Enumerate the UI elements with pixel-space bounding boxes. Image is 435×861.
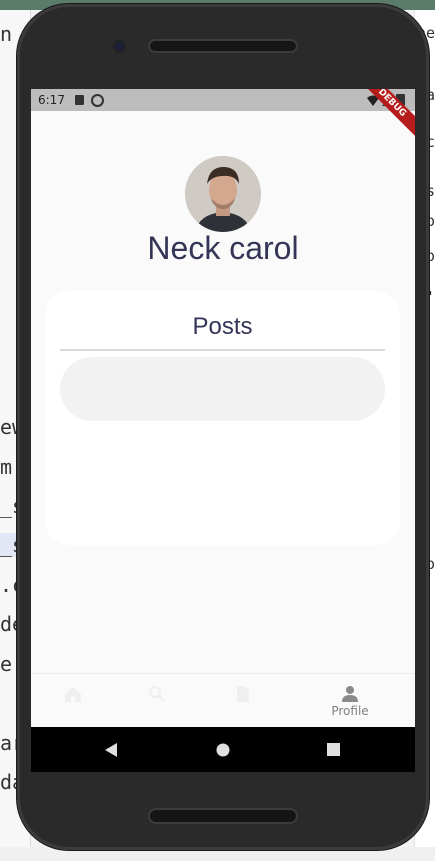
app-screen: 6:17 DEBUG Neck carol Posts Profile: [31, 89, 415, 772]
posts-card: Posts: [45, 291, 400, 545]
avatar-image: [185, 156, 261, 232]
nav-item-profile[interactable]: Profile: [320, 682, 380, 726]
bg-left-text: m: [0, 455, 13, 479]
search-icon: [148, 685, 165, 702]
recents-icon[interactable]: [326, 742, 341, 757]
nav-item-home[interactable]: [43, 682, 103, 726]
nav-label-profile: Profile: [331, 704, 369, 718]
bg-left-text: n: [0, 22, 13, 46]
bottom-navigation: Profile: [31, 673, 415, 728]
profile-name: Neck carol: [147, 230, 299, 266]
status-time: 6:17: [38, 93, 65, 107]
back-icon[interactable]: [103, 742, 119, 758]
sync-icon: [91, 94, 104, 107]
person-icon: [342, 686, 358, 702]
nav-item-search[interactable]: [127, 682, 187, 726]
sim-card-icon: [75, 95, 84, 105]
android-navigation-bar: [31, 727, 415, 772]
status-bar: 6:17: [31, 89, 415, 111]
posts-title: Posts: [192, 313, 253, 340]
bottom-speaker: [148, 808, 298, 824]
earpiece-speaker: [148, 39, 298, 53]
home-circle-icon[interactable]: [215, 742, 231, 758]
posts-divider: [60, 349, 385, 351]
front-camera: [115, 42, 124, 51]
document-icon: [237, 686, 249, 702]
home-icon: [65, 687, 81, 702]
nav-item-documents[interactable]: [213, 682, 273, 726]
profile-avatar[interactable]: [185, 156, 261, 232]
post-placeholder[interactable]: [60, 357, 385, 421]
